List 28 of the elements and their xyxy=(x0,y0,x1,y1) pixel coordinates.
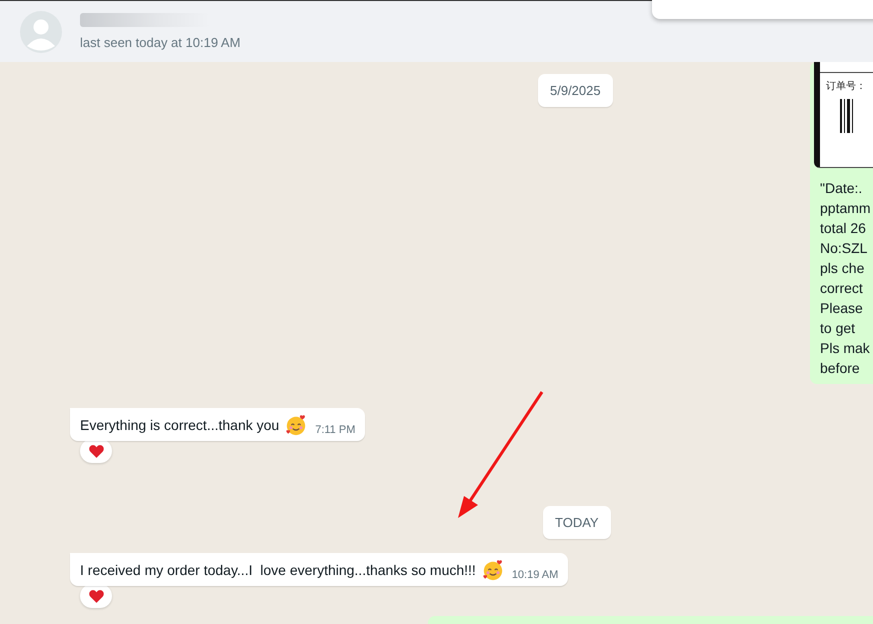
receipt-text: 订单号： xyxy=(826,80,867,93)
message-text-line: pptamm xyxy=(820,199,872,218)
outgoing-message-bubble[interactable]: 订单号： "Date:. pptamm total 26 No:SZL pls che correct Please to get Pls mak before xyxy=(810,62,873,384)
message-text-line: to get xyxy=(820,319,856,338)
message-text-line: pls che xyxy=(820,259,866,278)
heart-icon xyxy=(88,588,104,604)
message-time: 10:19 AM xyxy=(512,569,558,581)
date-chip: TODAY xyxy=(543,506,611,539)
message-text: I received my order today...I love everything...thanks so much!!! xyxy=(80,562,476,578)
last-seen-status: last seen today at 10:19 AM xyxy=(80,35,240,50)
message-text-line: Please xyxy=(820,299,864,318)
incoming-message-bubble[interactable]: Everything is correct...thank you 7:11 PM xyxy=(70,408,366,441)
message-text-line: total 26 xyxy=(820,219,867,238)
message-text-line: Pls mak xyxy=(820,339,871,358)
receipt-image[interactable]: 订单号： xyxy=(814,62,873,168)
heart-icon xyxy=(88,442,104,460)
message-text-line: No:SZL xyxy=(820,239,868,258)
message-text: Everything is correct...thank you xyxy=(80,417,280,433)
message-text-line: correct xyxy=(820,279,864,298)
reaction-badge[interactable] xyxy=(80,584,112,608)
smiling-face-hearts-icon xyxy=(482,559,504,581)
message-text-line: "Date:. xyxy=(820,179,864,198)
message-text-line: before xyxy=(820,359,861,378)
incoming-message-bubble[interactable]: I received my order today...I love everything...thanks so much!!! 10:19 AM xyxy=(70,553,568,586)
date-chip: 5/9/2025 xyxy=(538,74,613,107)
smiling-face-hearts-icon xyxy=(285,414,308,436)
message-time: 7:11 PM xyxy=(315,424,356,436)
reaction-badge[interactable] xyxy=(80,439,112,463)
